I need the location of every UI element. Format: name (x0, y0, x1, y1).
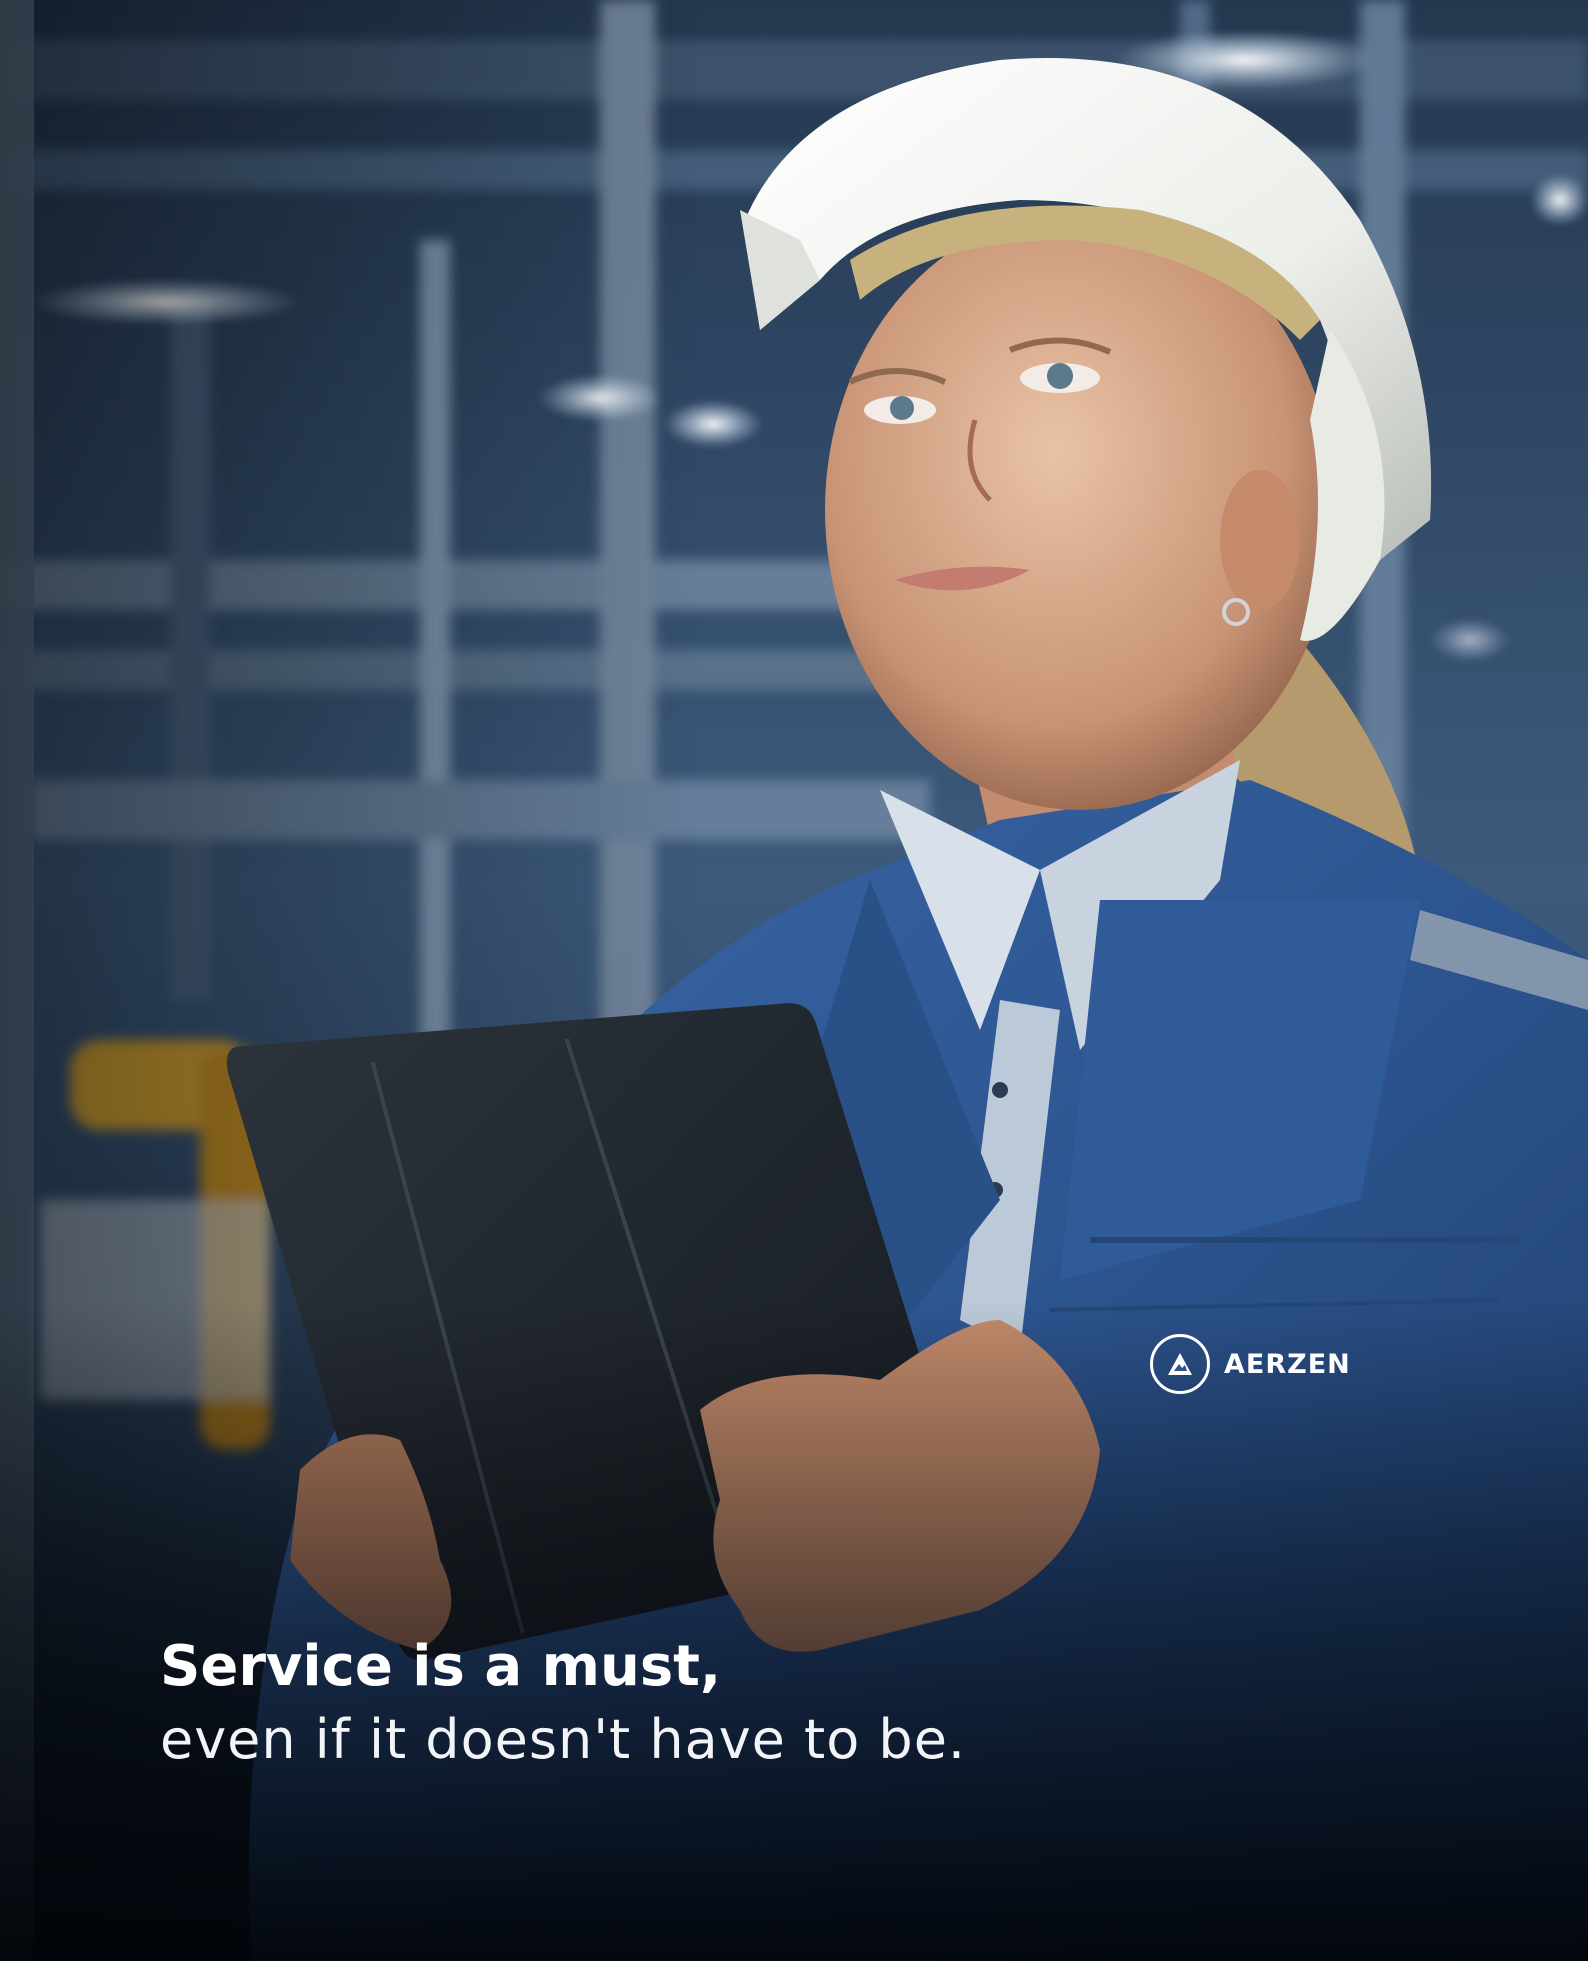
headline-line-1: Service is a must, (160, 1634, 722, 1699)
headline-line-2: even if it doesn't have to be. (160, 1708, 967, 1771)
aerzen-logo-icon (1150, 1334, 1210, 1394)
poster: AERZEN Service is a must, even if it doe… (0, 0, 1588, 1961)
headline: Service is a must, even if it doesn't ha… (160, 1632, 966, 1778)
jacket-logo: AERZEN (1150, 1334, 1351, 1394)
logo-text: AERZEN (1224, 1348, 1351, 1380)
